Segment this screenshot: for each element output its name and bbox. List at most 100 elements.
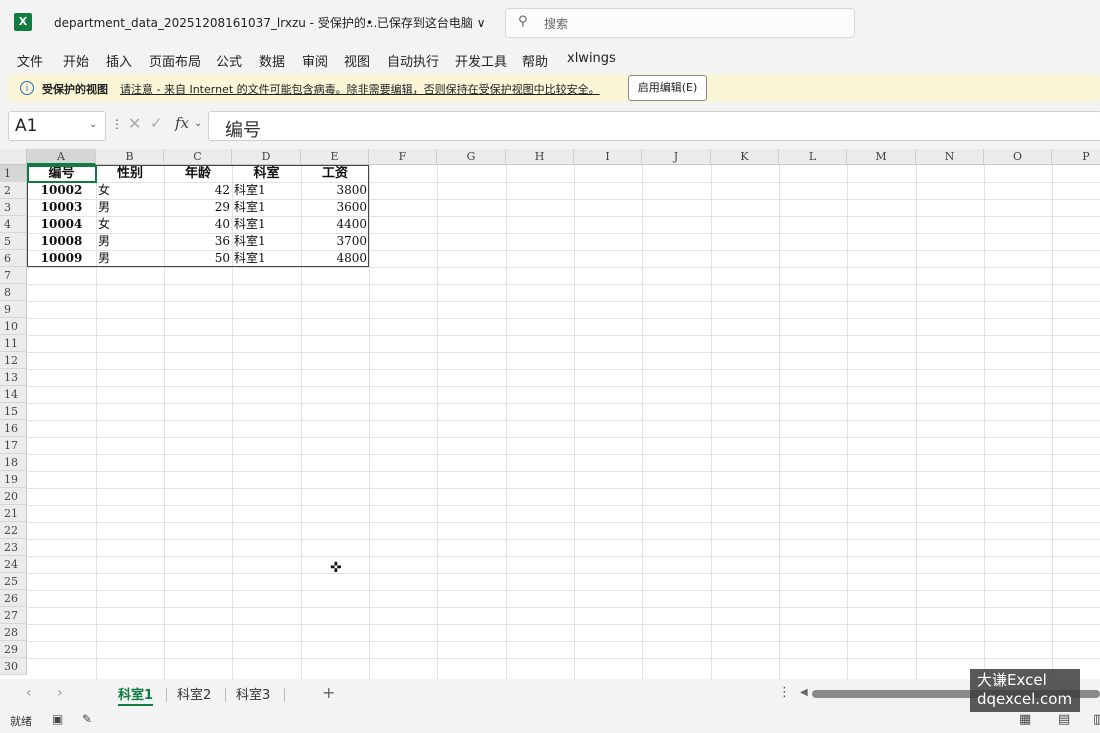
column-header-a[interactable]: A [27, 149, 96, 165]
column-header-g[interactable]: G [437, 149, 506, 165]
table-cell[interactable]: 科室1 [232, 199, 301, 216]
menu-xlwings[interactable]: xlwings [567, 51, 616, 66]
table-cell[interactable]: 10002 [27, 182, 96, 199]
table-cell[interactable]: 50 [164, 250, 232, 267]
row-header[interactable]: 7 [0, 267, 27, 284]
name-box[interactable]: A1 ⌄ [8, 111, 106, 141]
insert-function-button[interactable]: fx [175, 114, 189, 132]
column-header-h[interactable]: H [506, 149, 574, 165]
table-cell[interactable]: 4800 [301, 250, 369, 267]
column-header-f[interactable]: F [369, 149, 437, 165]
row-header[interactable]: 20 [0, 488, 27, 505]
table-cell[interactable]: 科室1 [232, 216, 301, 233]
table-cell[interactable]: 3700 [301, 233, 369, 250]
table-cell[interactable]: 女 [96, 182, 164, 199]
row-header[interactable]: 25 [0, 573, 27, 590]
table-header-cell[interactable]: 年龄 [164, 165, 232, 182]
document-title[interactable]: department_data_20251208161037_lrxzu - 受… [54, 14, 377, 31]
row-header[interactable]: 8 [0, 284, 27, 301]
search-box[interactable]: ⚲ 搜索 [505, 8, 855, 38]
column-header-k[interactable]: K [711, 149, 779, 165]
scroll-left-icon[interactable]: ◀ [800, 687, 808, 698]
enable-editing-button[interactable]: 启用编辑(E) [628, 75, 707, 101]
table-cell[interactable]: 男 [96, 233, 164, 250]
add-sheet-button[interactable]: + [322, 683, 335, 702]
row-header[interactable]: 30 [0, 658, 27, 675]
macro-record-icon[interactable]: ▣ [52, 712, 63, 726]
formula-input[interactable]: 编号 [208, 111, 1100, 141]
menu-help[interactable]: 帮助 [522, 51, 548, 70]
row-header[interactable]: 2 [0, 182, 27, 199]
table-cell[interactable]: 10004 [27, 216, 96, 233]
page-layout-view-icon[interactable]: ▤ [1058, 712, 1070, 727]
table-header-cell[interactable]: 科室 [232, 165, 301, 182]
row-header[interactable]: 22 [0, 522, 27, 539]
column-header-l[interactable]: L [779, 149, 847, 165]
table-cell[interactable]: 10009 [27, 250, 96, 267]
more-options-icon[interactable]: ⋮ [111, 117, 123, 131]
active-cell-selection[interactable] [27, 165, 97, 183]
menu-data[interactable]: 数据 [259, 51, 285, 70]
table-cell[interactable]: 36 [164, 233, 232, 250]
column-header-p[interactable]: P [1052, 149, 1100, 165]
menu-automate[interactable]: 自动执行 [387, 51, 439, 70]
table-cell[interactable]: 3600 [301, 199, 369, 216]
table-cell[interactable]: 40 [164, 216, 232, 233]
column-header-n[interactable]: N [916, 149, 984, 165]
table-cell[interactable]: 科室1 [232, 250, 301, 267]
row-header[interactable]: 1 [0, 165, 27, 182]
column-header-i[interactable]: I [574, 149, 642, 165]
row-header[interactable]: 11 [0, 335, 27, 352]
row-header[interactable]: 19 [0, 471, 27, 488]
table-cell[interactable]: 女 [96, 216, 164, 233]
chevron-down-icon[interactable]: ⌄ [89, 119, 97, 130]
page-break-view-icon[interactable]: ▥ [1093, 712, 1100, 727]
chevron-down-icon[interactable]: ⌄ [194, 118, 202, 129]
menu-file[interactable]: 文件 [17, 51, 43, 70]
row-header[interactable]: 16 [0, 420, 27, 437]
column-header-o[interactable]: O [984, 149, 1052, 165]
menu-insert[interactable]: 插入 [106, 51, 132, 70]
worksheet-grid[interactable]: A B C D E F G H I J K L M N O P 1 2 3 4 … [0, 149, 1100, 679]
table-cell[interactable]: 10008 [27, 233, 96, 250]
select-all-corner[interactable] [0, 149, 27, 165]
row-header[interactable]: 14 [0, 386, 27, 403]
row-header[interactable]: 23 [0, 539, 27, 556]
row-header[interactable]: 12 [0, 352, 27, 369]
more-options-icon[interactable]: ⋮ [778, 685, 791, 700]
row-header[interactable]: 28 [0, 624, 27, 641]
row-header[interactable]: 9 [0, 301, 27, 318]
table-cell[interactable]: 29 [164, 199, 232, 216]
row-header[interactable]: 13 [0, 369, 27, 386]
table-header-cell[interactable]: 性别 [96, 165, 164, 182]
cancel-icon[interactable]: ✕ [128, 114, 141, 133]
column-header-m[interactable]: M [847, 149, 916, 165]
row-header[interactable]: 26 [0, 590, 27, 607]
row-header[interactable]: 21 [0, 505, 27, 522]
sheet-tab-2[interactable]: 科室2 [177, 684, 211, 703]
enter-check-icon[interactable]: ✓ [150, 114, 163, 132]
table-cell[interactable]: 4400 [301, 216, 369, 233]
menu-formulas[interactable]: 公式 [216, 51, 242, 70]
row-header[interactable]: 24 [0, 556, 27, 573]
row-header[interactable]: 4 [0, 216, 27, 233]
normal-view-icon[interactable]: ▦ [1019, 712, 1031, 727]
protected-view-message[interactable]: 请注意 - 来自 Internet 的文件可能包含病毒。除非需要编辑，否则保持在… [120, 81, 600, 97]
table-cell[interactable]: 科室1 [232, 233, 301, 250]
table-cell[interactable]: 10003 [27, 199, 96, 216]
menu-page-layout[interactable]: 页面布局 [149, 51, 201, 70]
menu-view[interactable]: 视图 [344, 51, 370, 70]
menu-review[interactable]: 审阅 [302, 51, 328, 70]
menu-developer[interactable]: 开发工具 [455, 51, 507, 70]
prev-sheet-icon[interactable]: ‹ [26, 685, 32, 701]
column-header-j[interactable]: J [642, 149, 711, 165]
table-cell[interactable]: 科室1 [232, 182, 301, 199]
row-header[interactable]: 29 [0, 641, 27, 658]
row-header[interactable]: 17 [0, 437, 27, 454]
row-header[interactable]: 27 [0, 607, 27, 624]
sheet-tab-3[interactable]: 科室3 [236, 684, 270, 703]
column-header-c[interactable]: C [164, 149, 232, 165]
row-header[interactable]: 10 [0, 318, 27, 335]
table-header-cell[interactable]: 工资 [301, 165, 369, 182]
row-header[interactable]: 5 [0, 233, 27, 250]
